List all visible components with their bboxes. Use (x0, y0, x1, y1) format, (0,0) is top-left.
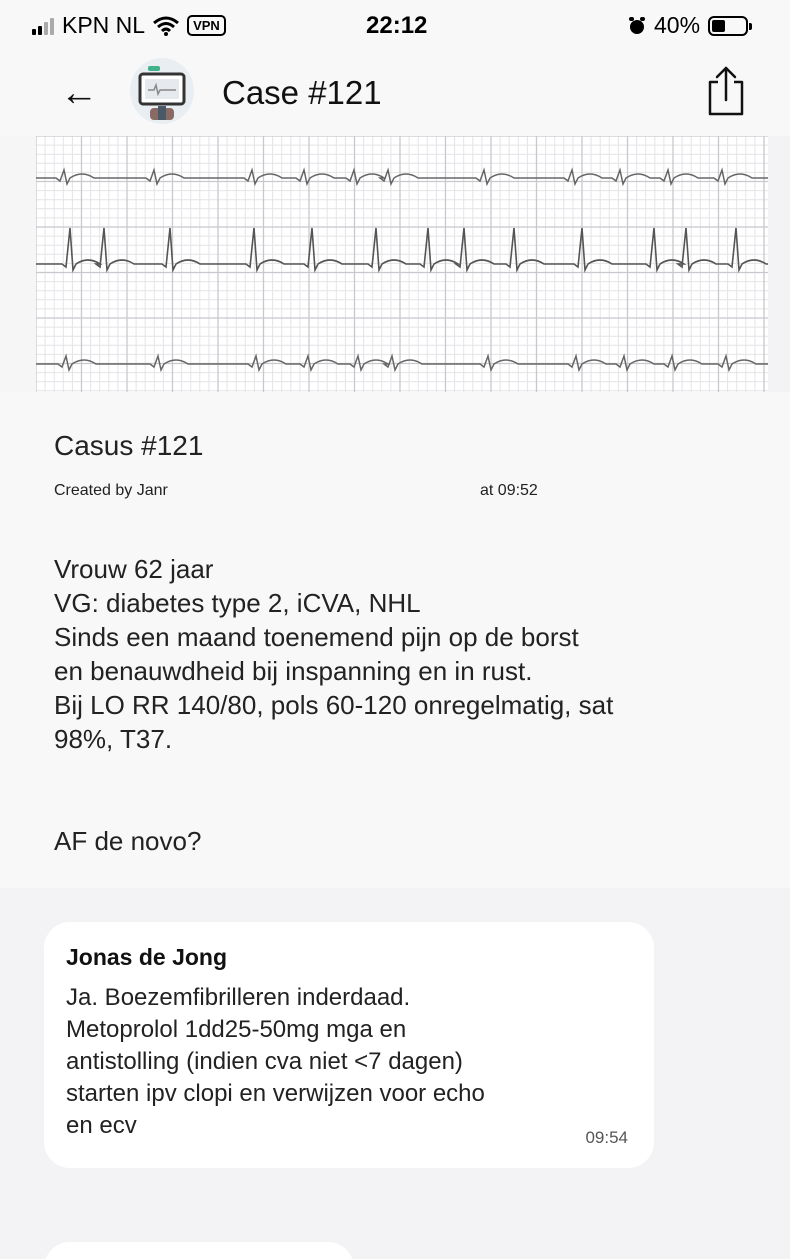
comment-author: Jonas de Jong (66, 944, 228, 970)
created-at: at 09:52 (480, 482, 538, 499)
carrier-label: KPN NL (62, 12, 146, 38)
status-bar: KPN NL VPN 22:12 40% (0, 0, 790, 50)
screen: KPN NL VPN 22:12 40% ← Case #121 Casus #… (0, 0, 790, 1259)
page-title: Case #121 (222, 74, 382, 111)
comment-bubble-next[interactable] (44, 1242, 354, 1259)
case-description: Vrouw 62 jaar VG: diabetes type 2, iCVA,… (54, 552, 754, 756)
status-time: 22:12 (366, 12, 428, 39)
description-line: en benauwdheid bij inspanning en in rust… (54, 656, 533, 686)
app-header: ← Case #121 (0, 50, 790, 136)
comment-line: Ja. Boezemfibrilleren inderdaad. (66, 984, 411, 1011)
arrow-left-icon[interactable]: ← (60, 74, 98, 112)
status-right: 40% (628, 12, 753, 39)
comment-line: starten ipv clopi en verwijzen voor echo (66, 1080, 485, 1107)
share-icon[interactable] (704, 64, 748, 118)
description-line: Vrouw 62 jaar (54, 554, 214, 584)
created-by: Created by Janr (54, 482, 168, 499)
signal-icon (32, 17, 54, 35)
case-avatar[interactable] (130, 58, 194, 124)
comment-line: en ecv (66, 1112, 137, 1139)
comment-time: 09:54 (585, 1128, 628, 1147)
alarm-icon (629, 16, 645, 34)
vpn-badge: VPN (187, 15, 226, 36)
ecg-strip (36, 136, 768, 392)
status-left: KPN NL VPN (32, 12, 226, 39)
case-title: Casus #121 (54, 430, 204, 461)
battery-percent: 40% (654, 12, 701, 38)
battery-icon (708, 15, 753, 36)
description-line: Bij LO RR 140/80, pols 60-120 onregelmat… (54, 690, 614, 720)
case-details: Casus #121 Created by Janr at 09:52 Vrou… (0, 392, 790, 888)
description-line: Sinds een maand toenemend pijn op de bor… (54, 622, 579, 652)
wifi-icon (153, 16, 180, 36)
ecg-margin (0, 136, 36, 392)
comment-line: Metoprolol 1dd25-50mg mga en (66, 1016, 407, 1043)
comment-bubble[interactable]: Jonas de Jong Ja. Boezemfibrilleren inde… (44, 922, 654, 1168)
comment-line: antistolling (indien cva niet <7 dagen) (66, 1048, 463, 1075)
ecg-image[interactable] (36, 136, 768, 392)
description-line: VG: diabetes type 2, iCVA, NHL (54, 588, 421, 618)
description-line: 98%, T37. (54, 724, 173, 754)
case-question: AF de novo? (54, 826, 202, 856)
comment-text: Ja. Boezemfibrilleren inderdaad. Metopro… (66, 982, 646, 1142)
